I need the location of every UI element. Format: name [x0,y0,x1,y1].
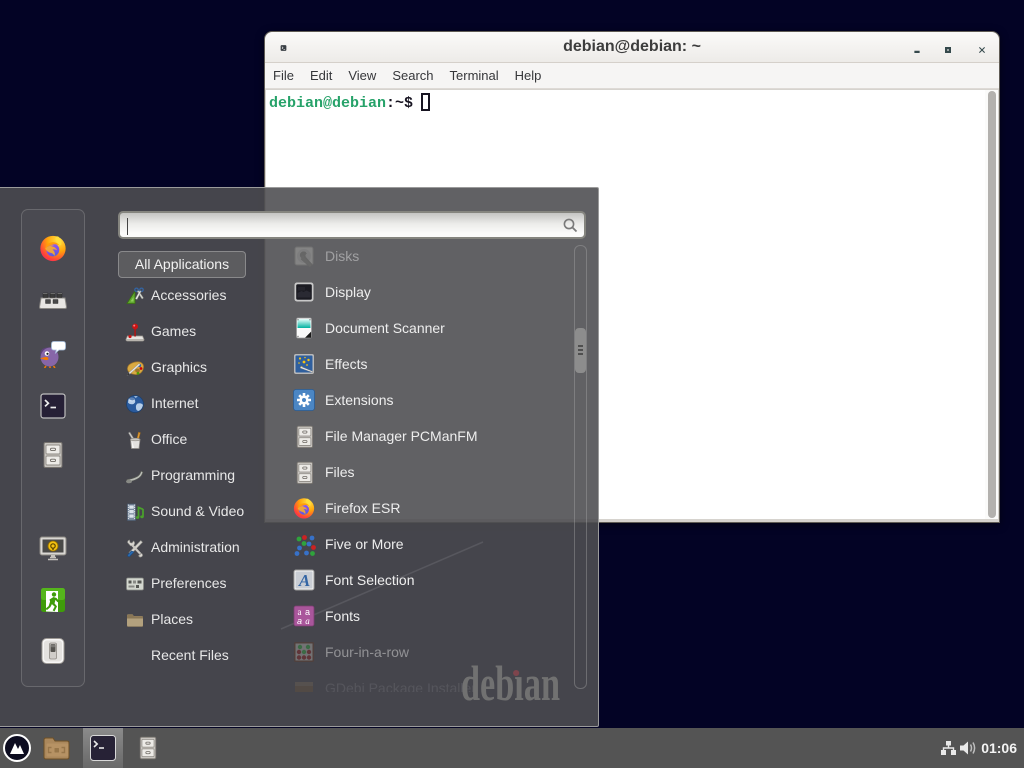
svg-text:a: a [305,616,310,626]
svg-text:A: A [298,571,310,590]
svg-text:a: a [297,616,302,626]
